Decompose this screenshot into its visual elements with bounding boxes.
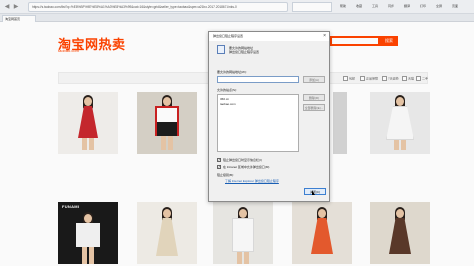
learn-more-link[interactable]: 了解 Internet Explorer 弹出窗口阻止程序 xyxy=(225,179,279,183)
site-address-input[interactable] xyxy=(217,76,299,83)
list-item[interactable]: 360.cn xyxy=(220,97,229,101)
show-infobar-checkbox[interactable] xyxy=(217,157,221,162)
intranet-popup-label: 在 Intranet 区域中允许弹出窗口(M) xyxy=(223,165,270,169)
add-button[interactable]: 添加(A) xyxy=(303,76,325,83)
dialog-title: 弹出窗口阻止程序设置 xyxy=(209,32,329,41)
mouse-cursor-icon xyxy=(312,190,315,195)
allowed-sites-label: 允许的站点(S): xyxy=(217,88,237,92)
block-level-label: 阻止级别(B): xyxy=(217,173,234,177)
address-label: 要允许的网站地址(W): xyxy=(217,70,247,74)
list-item[interactable]: taobao.com xyxy=(220,102,236,106)
remove-all-button[interactable]: 全部删除(E)... xyxy=(303,104,325,111)
close-icon[interactable]: × xyxy=(323,32,326,41)
allowed-sites-list[interactable]: 360.cn taobao.com xyxy=(217,94,299,152)
show-infobar-label: 阻止弹出窗口时显示信息栏(I) xyxy=(223,158,262,162)
remove-button[interactable]: 删除(R) xyxy=(303,94,325,101)
dialog-description: 要允许的网站地址 弹出窗口阻止程序设置 xyxy=(229,46,260,54)
info-icon xyxy=(217,45,225,54)
intranet-popup-checkbox[interactable] xyxy=(217,164,221,169)
close-button[interactable]: 关闭(C) xyxy=(304,188,326,195)
screenshot-root: ◀ ▶ https://s.taobao.com/list?q=%E8%BF%9… xyxy=(0,0,474,266)
popup-blocker-dialog: 弹出窗口阻止程序设置 × 要允许的网站地址 弹出窗口阻止程序设置 要允许的网站地… xyxy=(208,31,330,202)
